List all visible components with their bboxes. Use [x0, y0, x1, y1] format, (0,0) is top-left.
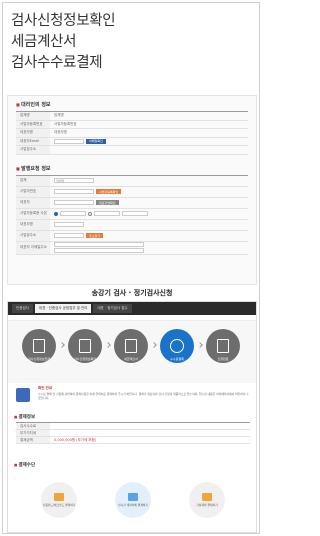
pay-virtual-account-option[interactable]: 가상계좌 결제하기 [182, 482, 232, 522]
table-row: 사업장주소 주소찾기 [16, 230, 248, 242]
row-label: 대표자명 [16, 219, 50, 230]
laptop-icon [128, 493, 138, 501]
credit-card-icon [54, 493, 64, 501]
row-label: 부가가치세 [16, 430, 50, 436]
row-label: 업체 [16, 175, 50, 186]
file-field[interactable] [122, 211, 148, 216]
title-line-2: 세금계산서 [11, 34, 77, 50]
chevron-right-icon [59, 342, 65, 348]
checklist-icon [217, 339, 229, 353]
email-field[interactable] [54, 138, 84, 144]
row-label: 사업장주소 [16, 146, 50, 154]
email-field[interactable] [54, 242, 144, 247]
chevron-right-icon [197, 342, 203, 348]
notice-body: 수수료 결제 및 신청에 관련하여 문의사항은 아래 연락처로 문의하여 주시기… [38, 392, 249, 400]
browser-tab-bar: 인증검사 대표 · 인증검사 공정업무 및 관리 대표 · 정기검사 접수 [8, 302, 256, 315]
row-label: 대표자명 [16, 129, 50, 137]
paymethod-heading: 결제수단 [14, 462, 36, 468]
document-icon [79, 339, 91, 353]
pay-transfer-option[interactable]: 실시간 계좌이체 결제하기 [108, 482, 158, 522]
step-5: 신청완료 [206, 329, 240, 363]
radio-option[interactable] [88, 211, 92, 216]
row-value: 사업자등록번호 [54, 121, 77, 126]
section-title: 송강기 검사 · 정기검사신청 [91, 289, 173, 297]
table-row: 사업자등록번호 사업자등록번호 [16, 120, 248, 129]
table-row: 사업장주소 [16, 146, 248, 155]
row-label: 사업장주소 [16, 230, 50, 241]
bank-book-icon [202, 493, 212, 501]
table-row: 결제금액 0,000,000원 (부가세 포함) [16, 437, 250, 444]
title-line-1: 검사신청정보확인 [11, 13, 116, 29]
file-field[interactable] [60, 211, 86, 216]
agent-info-table: 업체명 업체명 사업자등록번호 사업자등록번호 대표자명 대표자명 대표자Ema… [16, 111, 248, 155]
company-name-field[interactable]: 업체명 [54, 178, 94, 183]
table-row: 대표자Email 이메일확인 [16, 137, 248, 146]
table-row: 대표자명 대표자명 [16, 129, 248, 138]
table-row: 사업자번호 사업자등록확인 [16, 186, 248, 198]
payinfo-heading: 결제정보 [14, 414, 36, 420]
notice-illustration-icon [16, 388, 30, 402]
issue-request-table: 업체 업체명 사업자번호 사업자등록확인 대표자 대표자명확인 사업자등록증 사… [16, 174, 248, 255]
representative-field[interactable] [54, 200, 94, 205]
row-value [50, 430, 250, 436]
step-titles: 검사신청정보확인 세금계산서 검사수수료결제 [11, 11, 116, 74]
email-field[interactable] [54, 248, 144, 253]
chevron-right-icon [151, 342, 157, 348]
table-row: 사업자등록증 사본 [16, 208, 248, 220]
row-value: 업체명 [54, 113, 64, 118]
agent-info-heading: 대리인의 정보 [16, 101, 256, 109]
file-field[interactable] [94, 211, 120, 216]
zipcode-field[interactable] [54, 233, 84, 238]
browser-tab[interactable]: 대표 · 인증검사 공정업무 및 관리 [34, 304, 92, 313]
business-number-field[interactable] [54, 189, 94, 194]
pay-card-option[interactable]: 신용카드/체크카드 결제하기 [34, 482, 84, 522]
notice-title: 확인 안내 [38, 386, 53, 390]
table-row: 업체 업체명 [16, 175, 248, 187]
row-label: 대표자Email [16, 137, 50, 145]
payment-page-panel: 인증검사 대표 · 인증검사 공정업무 및 관리 대표 · 정기검사 접수 검사… [7, 301, 257, 533]
total-amount: 0,000,000원 (부가세 포함) [54, 437, 97, 442]
radio-option[interactable] [54, 211, 58, 216]
representative-check-button[interactable]: 대표자명확인 [96, 200, 119, 205]
title-line-3: 검사수수료결제 [11, 55, 103, 71]
step-4: 수수료결제 [160, 329, 194, 363]
row-value [50, 423, 250, 429]
email-check-button[interactable]: 이메일확인 [86, 138, 106, 144]
table-row: 부가가치세 [16, 430, 250, 437]
table-row: 대표자 이메일주소 [16, 241, 248, 255]
issue-request-heading: 발행요청 정보 [16, 165, 256, 173]
step-progress: 검사신청정보입력 검사신청정보확인 세금계산서 수수료결제 신청완료 [8, 321, 256, 383]
won-coin-icon [170, 339, 184, 353]
row-label: 사업자등록번호 [16, 120, 50, 128]
step-3: 세금계산서 [114, 329, 148, 363]
payinfo-table: 검사수수료 부가가치세 결제금액 0,000,000원 (부가세 포함) [16, 422, 250, 444]
row-label: 업체명 [16, 112, 50, 120]
table-row: 대표자명 [16, 219, 248, 231]
row-label: 대표자 [16, 197, 50, 208]
browser-tab[interactable]: 대표 · 정기검사 접수 [93, 304, 132, 313]
row-value: 대표자명 [54, 130, 67, 135]
row-label: 사업자번호 [16, 186, 50, 197]
step-1: 검사신청정보입력 [22, 329, 56, 363]
row-label: 사업자등록증 사본 [16, 208, 50, 219]
table-row: 대표자 대표자명확인 [16, 197, 248, 209]
chevron-right-icon [105, 342, 111, 348]
screenshot-frame: 검사신청정보확인 세금계산서 검사수수료결제 대리인의 정보 업체명 업체명 사… [2, 2, 260, 534]
representative-name-field[interactable] [54, 222, 84, 227]
row-label: 검사수수료 [16, 423, 50, 429]
invoice-icon [125, 339, 137, 353]
row-label: 대표자 이메일주소 [16, 241, 50, 254]
business-check-button[interactable]: 사업자등록확인 [96, 189, 122, 194]
application-info-panel: 대리인의 정보 업체명 업체명 사업자등록번호 사업자등록번호 대표자명 대표자… [7, 95, 257, 285]
step-2: 검사신청정보확인 [68, 329, 102, 363]
table-row: 검사수수료 [16, 423, 250, 430]
address-search-button[interactable]: 주소찾기 [86, 233, 104, 238]
row-label: 결제금액 [16, 437, 50, 443]
table-row: 업체명 업체명 [16, 112, 248, 121]
document-icon [33, 339, 45, 353]
browser-tab[interactable]: 인증검사 [12, 304, 33, 313]
notice-box: 확인 안내 수수료 결제 및 신청에 관련하여 문의사항은 아래 연락처로 문의… [14, 384, 252, 406]
